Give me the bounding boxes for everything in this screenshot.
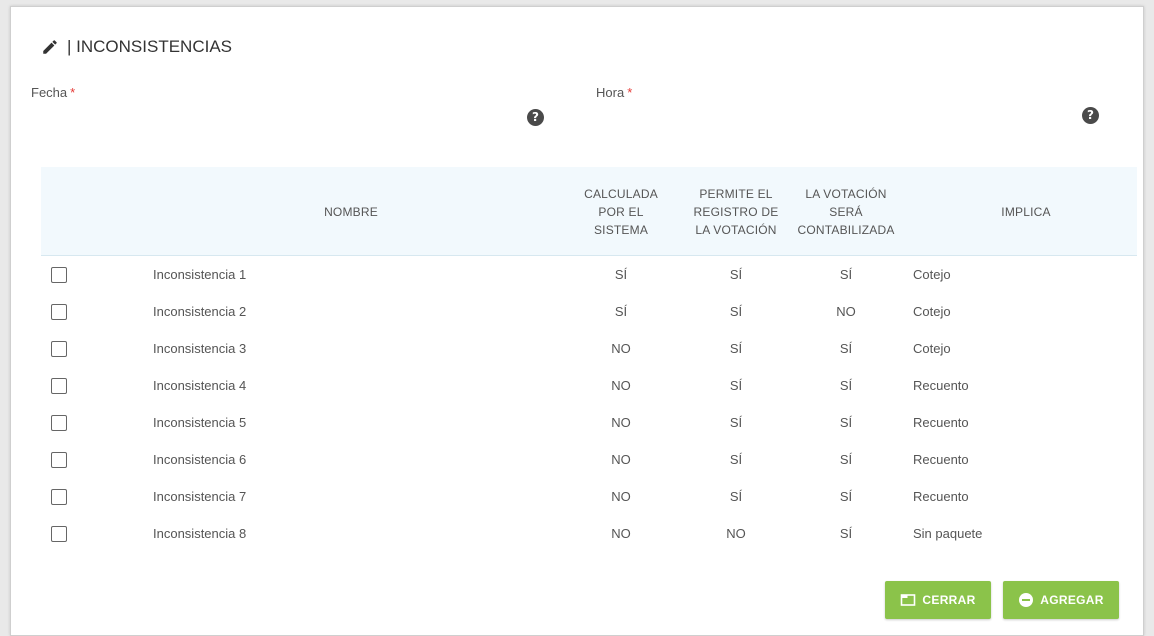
row-checkbox[interactable] [51, 452, 67, 468]
table-row: Inconsistencia 7 NO SÍ SÍ Recuento [41, 479, 1137, 516]
header-permite-line: LA VOTACIÓN [695, 223, 777, 237]
cell-permite: SÍ [729, 489, 743, 504]
table-row: Inconsistencia 5 NO SÍ SÍ Recuento [41, 405, 1137, 442]
cell-contabilizada: SÍ [839, 267, 853, 282]
cerrar-button-label: CERRAR [922, 593, 976, 607]
agregar-button[interactable]: AGREGAR [1003, 581, 1119, 619]
hora-label-text: Hora [596, 85, 625, 100]
window-close-icon [901, 594, 916, 606]
cell-contabilizada: SÍ [839, 489, 853, 504]
cell-implica: Cotejo [913, 267, 951, 282]
cell-nombre: Inconsistencia 6 [153, 452, 247, 467]
cell-implica: Cotejo [913, 341, 951, 356]
pencil-icon [43, 40, 57, 54]
cell-nombre: Inconsistencia 1 [153, 267, 247, 282]
header-calculada: CALCULADA POR EL SISTEMA [581, 185, 661, 239]
cell-permite: SÍ [729, 415, 743, 430]
fecha-help-icon[interactable]: ? [527, 109, 544, 126]
header-permite: PERMITE EL REGISTRO DE LA VOTACIÓN [686, 185, 786, 239]
table-row: Inconsistencia 2 SÍ SÍ NO Cotejo [41, 294, 1137, 331]
cell-permite: SÍ [729, 452, 743, 467]
table-header: NOMBRE CALCULADA POR EL SISTEMA PERMITE … [41, 167, 1137, 256]
cell-nombre: Inconsistencia 4 [153, 378, 247, 393]
cell-permite: NO [726, 526, 746, 541]
fecha-label: Fecha * [31, 85, 75, 100]
row-checkbox[interactable] [51, 489, 67, 505]
cell-calculada: NO [611, 415, 631, 430]
table-row: Inconsistencia 4 NO SÍ SÍ Recuento [41, 368, 1137, 405]
cerrar-button[interactable]: CERRAR [885, 581, 991, 619]
inconsistencias-dialog: | INCONSISTENCIAS Fecha * ? Hora * ? NOMBR… [10, 6, 1144, 636]
agregar-button-label: AGREGAR [1040, 593, 1104, 607]
row-checkbox[interactable] [51, 415, 67, 431]
cell-permite: SÍ [729, 267, 743, 282]
hora-label: Hora * [596, 85, 632, 100]
header-nombre: NOMBRE [324, 205, 378, 219]
header-implica: IMPLICA [1001, 205, 1051, 219]
cell-calculada: NO [611, 341, 631, 356]
cell-calculada: NO [611, 489, 631, 504]
cell-calculada: NO [611, 378, 631, 393]
cell-contabilizada: SÍ [839, 452, 853, 467]
hora-help-icon[interactable]: ? [1082, 107, 1099, 124]
row-checkbox[interactable] [51, 267, 67, 283]
cell-implica: Recuento [913, 489, 969, 504]
header-calculada-line: SISTEMA [593, 223, 649, 237]
cell-contabilizada: SÍ [839, 341, 853, 356]
cell-implica: Recuento [913, 452, 969, 467]
cell-contabilizada: SÍ [839, 378, 853, 393]
cell-permite: SÍ [729, 341, 743, 356]
cell-contabilizada: SÍ [839, 415, 853, 430]
cell-implica: Sin paquete [913, 526, 983, 541]
table-row: Inconsistencia 6 NO SÍ SÍ Recuento [41, 442, 1137, 479]
cell-calculada: SÍ [614, 267, 628, 282]
add-circle-icon [1019, 593, 1034, 607]
table-row: Inconsistencia 3 NO SÍ SÍ Cotejo [41, 331, 1137, 368]
header-calculada-line: POR EL [598, 205, 644, 219]
row-checkbox[interactable] [51, 378, 67, 394]
required-mark: * [627, 85, 633, 100]
header-contabilizada-line: LA VOTACIÓN [805, 187, 887, 201]
header-contabilizada-line: CONTABILIZADA [797, 223, 895, 237]
dialog-title: | INCONSISTENCIAS [41, 37, 232, 57]
cell-nombre: Inconsistencia 5 [153, 415, 247, 430]
cell-nombre: Inconsistencia 7 [153, 489, 247, 504]
dialog-title-text: | INCONSISTENCIAS [67, 37, 232, 56]
cell-nombre: Inconsistencia 8 [153, 526, 247, 541]
cell-contabilizada: NO [836, 304, 856, 319]
cell-calculada: SÍ [614, 304, 628, 319]
header-contabilizada-line: SERÁ [829, 205, 863, 219]
row-checkbox[interactable] [51, 304, 67, 320]
cell-calculada: NO [611, 526, 631, 541]
header-permite-line: REGISTRO DE [693, 205, 779, 219]
header-contabilizada: LA VOTACIÓN SERÁ CONTABILIZADA [791, 185, 901, 239]
cell-implica: Cotejo [913, 304, 951, 319]
table-row: Inconsistencia 1 SÍ SÍ SÍ Cotejo [41, 257, 1137, 294]
cell-implica: Recuento [913, 378, 969, 393]
table-row: Inconsistencia 8 NO NO SÍ Sin paquete [41, 516, 1137, 553]
row-checkbox[interactable] [51, 341, 67, 357]
cell-contabilizada: SÍ [839, 526, 853, 541]
row-checkbox[interactable] [51, 526, 67, 542]
cell-permite: SÍ [729, 304, 743, 319]
cell-nombre: Inconsistencia 3 [153, 341, 247, 356]
cell-implica: Recuento [913, 415, 969, 430]
cell-nombre: Inconsistencia 2 [153, 304, 247, 319]
cell-permite: SÍ [729, 378, 743, 393]
header-permite-line: PERMITE EL [699, 187, 773, 201]
header-calculada-line: CALCULADA [584, 187, 658, 201]
cell-calculada: NO [611, 452, 631, 467]
fecha-label-text: Fecha [31, 85, 68, 100]
required-mark: * [70, 85, 76, 100]
